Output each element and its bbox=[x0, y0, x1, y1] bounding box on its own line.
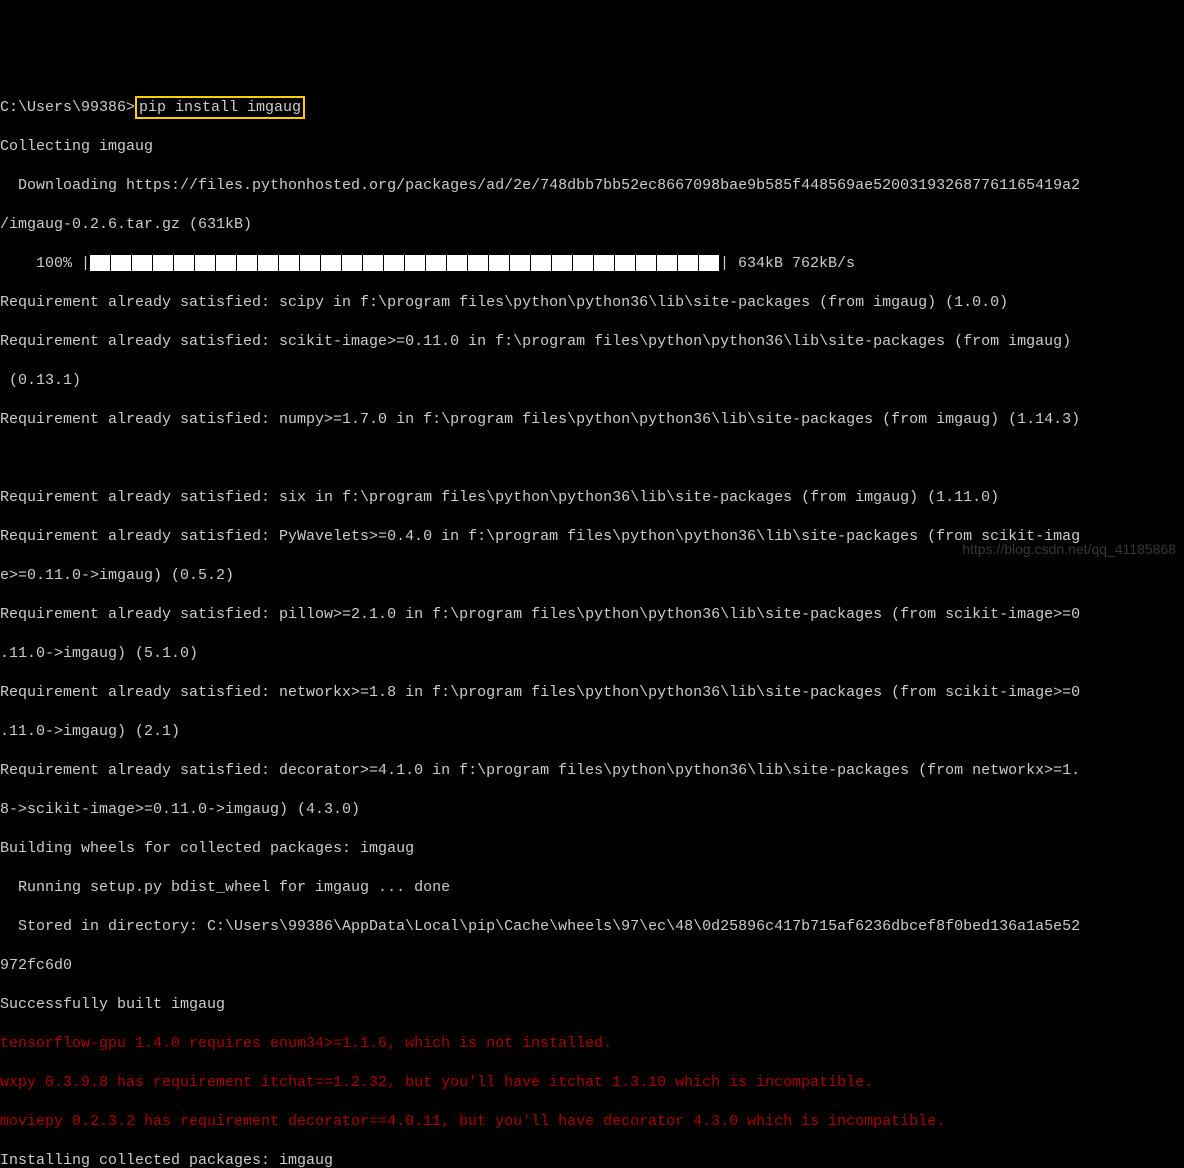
progress-line: 100% || 634kB 762kB/s bbox=[0, 254, 1184, 274]
output-line: Requirement already satisfied: decorator… bbox=[0, 761, 1184, 781]
output-line: Installing collected packages: imgaug bbox=[0, 1151, 1184, 1168]
output-line: Requirement already satisfied: six in f:… bbox=[0, 488, 1184, 508]
output-line: (0.13.1) bbox=[0, 371, 1184, 391]
progress-bar bbox=[90, 255, 720, 272]
output-line: Requirement already satisfied: scikit-im… bbox=[0, 332, 1184, 352]
output-line: Running setup.py bdist_wheel for imgaug … bbox=[0, 878, 1184, 898]
output-line: /imgaug-0.2.6.tar.gz (631kB) bbox=[0, 215, 1184, 235]
highlight-command: pip install imgaug bbox=[135, 96, 305, 120]
output-line: Collecting imgaug bbox=[0, 137, 1184, 157]
terminal-output[interactable]: C:\Users\99386>pip install imgaug Collec… bbox=[0, 78, 1184, 1168]
output-line: Requirement already satisfied: networkx>… bbox=[0, 683, 1184, 703]
output-line: Requirement already satisfied: pillow>=2… bbox=[0, 605, 1184, 625]
output-line: Requirement already satisfied: numpy>=1.… bbox=[0, 410, 1184, 430]
output-line: e>=0.11.0->imgaug) (0.5.2) bbox=[0, 566, 1184, 586]
output-line: Stored in directory: C:\Users\99386\AppD… bbox=[0, 917, 1184, 937]
error-line: tensorflow-gpu 1.4.0 requires enum34>=1.… bbox=[0, 1034, 1184, 1054]
output-line: 972fc6d0 bbox=[0, 956, 1184, 976]
output-line: .11.0->imgaug) (2.1) bbox=[0, 722, 1184, 742]
output-line: Successfully built imgaug bbox=[0, 995, 1184, 1015]
prompt: C:\Users\99386> bbox=[0, 99, 135, 116]
watermark: https://blog.csdn.net/qq_41185868 bbox=[962, 540, 1176, 560]
output-line: Requirement already satisfied: scipy in … bbox=[0, 293, 1184, 313]
output-line: Downloading https://files.pythonhosted.o… bbox=[0, 176, 1184, 196]
output-line: Building wheels for collected packages: … bbox=[0, 839, 1184, 859]
output-line bbox=[0, 449, 1184, 469]
error-line: moviepy 0.2.3.2 has requirement decorato… bbox=[0, 1112, 1184, 1132]
error-line: wxpy 0.3.9.8 has requirement itchat==1.2… bbox=[0, 1073, 1184, 1093]
output-line: 8->scikit-image>=0.11.0->imgaug) (4.3.0) bbox=[0, 800, 1184, 820]
output-line: .11.0->imgaug) (5.1.0) bbox=[0, 644, 1184, 664]
